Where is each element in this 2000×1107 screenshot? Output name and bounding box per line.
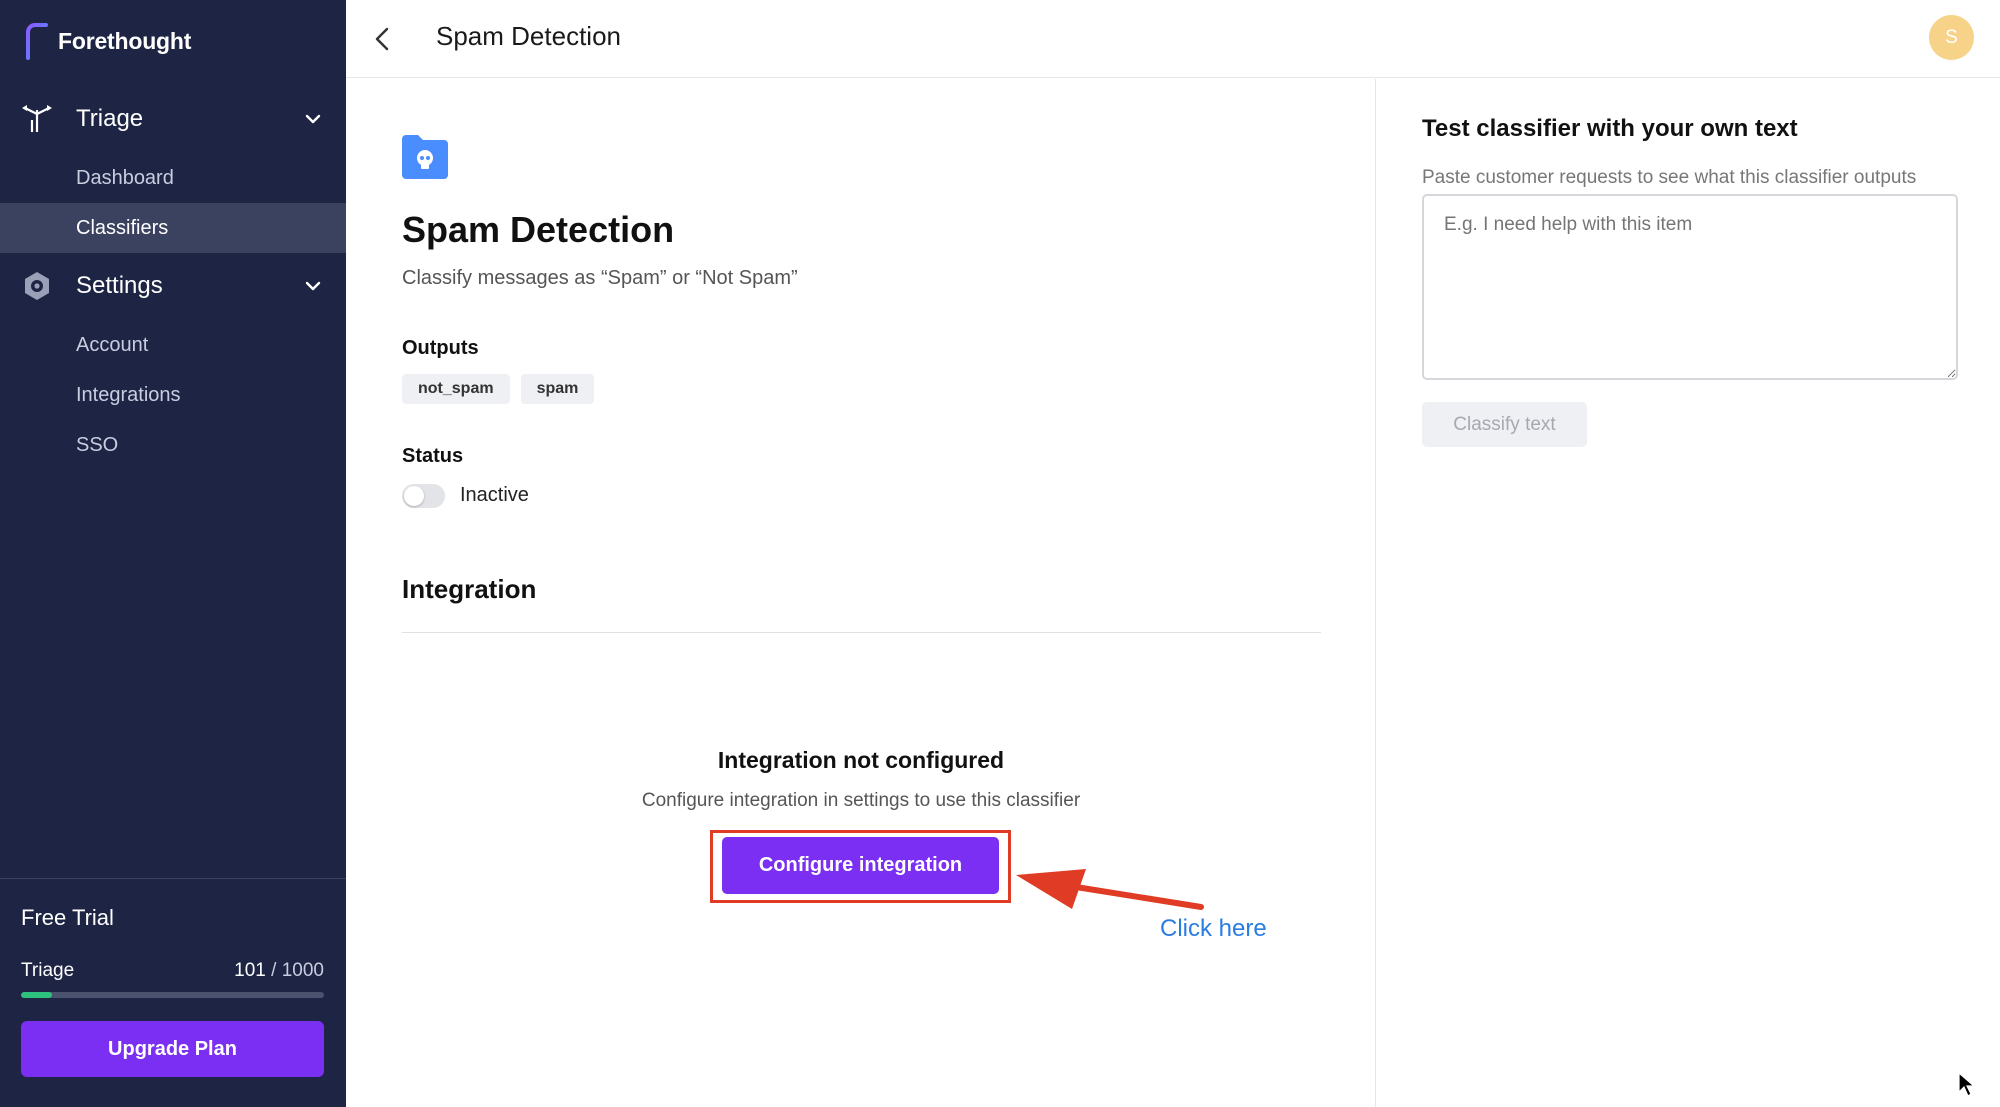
page-title: Spam Detection [436, 21, 621, 51]
upgrade-plan-button[interactable]: Upgrade Plan [21, 1021, 324, 1077]
usage-separator: / [265, 960, 282, 981]
sidebar-section-label: Settings [76, 272, 163, 299]
sidebar-section-settings[interactable]: Settings [0, 260, 346, 312]
output-chip: spam [520, 374, 595, 404]
classifier-name: Spam Detection [402, 209, 675, 250]
annotation-label: Click here [1160, 915, 1267, 942]
usage-limit: 1000 [281, 960, 324, 981]
integration-empty-title: Integration not configured [717, 747, 1005, 773]
triage-icon [22, 105, 52, 132]
divider [0, 878, 346, 879]
usage-progress-bar [21, 992, 324, 998]
brand-logo[interactable]: Forethought [22, 22, 191, 60]
chevron-down-icon[interactable] [302, 108, 324, 130]
sidebar-item-dashboard[interactable]: Dashboard [0, 153, 346, 203]
sidebar-item-sso[interactable]: SSO [0, 420, 346, 470]
classifier-description: Classify messages as “Spam” or “Not Spam… [402, 267, 798, 289]
sidebar: Forethought Triage Dashboard Classifiers… [0, 0, 346, 1107]
configure-integration-button[interactable]: Configure integration [722, 837, 999, 894]
top-bar: Spam Detection S [346, 0, 2000, 78]
outputs-label: Outputs [402, 337, 479, 359]
classify-text-button[interactable]: Classify text [1422, 402, 1587, 447]
folder-skull-icon [402, 135, 448, 179]
forethought-logo-icon [26, 23, 48, 60]
usage-used: 101 [234, 960, 266, 981]
toggle-knob [404, 486, 424, 506]
classifier-detail-panel: Spam Detection Classify messages as “Spa… [346, 79, 1376, 1107]
test-panel-title: Test classifier with your own text [1422, 115, 1798, 142]
test-panel-subtitle: Paste customer requests to see what this… [1422, 167, 1917, 188]
sidebar-item-integrations[interactable]: Integrations [0, 370, 346, 420]
sidebar-section-triage[interactable]: Triage [0, 93, 346, 145]
sidebar-item-classifiers[interactable]: Classifiers [0, 203, 346, 253]
usage-count: 101 / 1000 [234, 960, 324, 982]
divider [402, 632, 1321, 633]
test-classifier-panel: Test classifier with your own text Paste… [1377, 79, 2000, 1107]
chevron-left-icon [375, 27, 389, 51]
chevron-down-icon[interactable] [302, 275, 324, 297]
back-button[interactable] [366, 22, 400, 56]
brand-name: Forethought [58, 27, 192, 54]
status-label: Status [402, 445, 464, 467]
status-value: Inactive [460, 484, 529, 506]
usage-progress-fill [21, 992, 52, 998]
integration-empty-description: Configure integration in settings to use… [641, 790, 1081, 811]
sidebar-item-account[interactable]: Account [0, 320, 346, 370]
integration-heading: Integration [402, 574, 537, 604]
mouse-cursor-icon [1958, 1072, 1976, 1097]
test-text-input[interactable] [1422, 194, 1958, 380]
trial-title: Free Trial [21, 905, 114, 930]
outputs-list: not_spam spam [402, 374, 595, 404]
output-chip: not_spam [402, 374, 510, 404]
usage-label: Triage [21, 960, 75, 981]
avatar[interactable]: S [1929, 15, 1974, 60]
status-toggle[interactable] [402, 484, 445, 508]
sidebar-section-label: Triage [76, 105, 144, 132]
settings-icon [25, 272, 49, 300]
